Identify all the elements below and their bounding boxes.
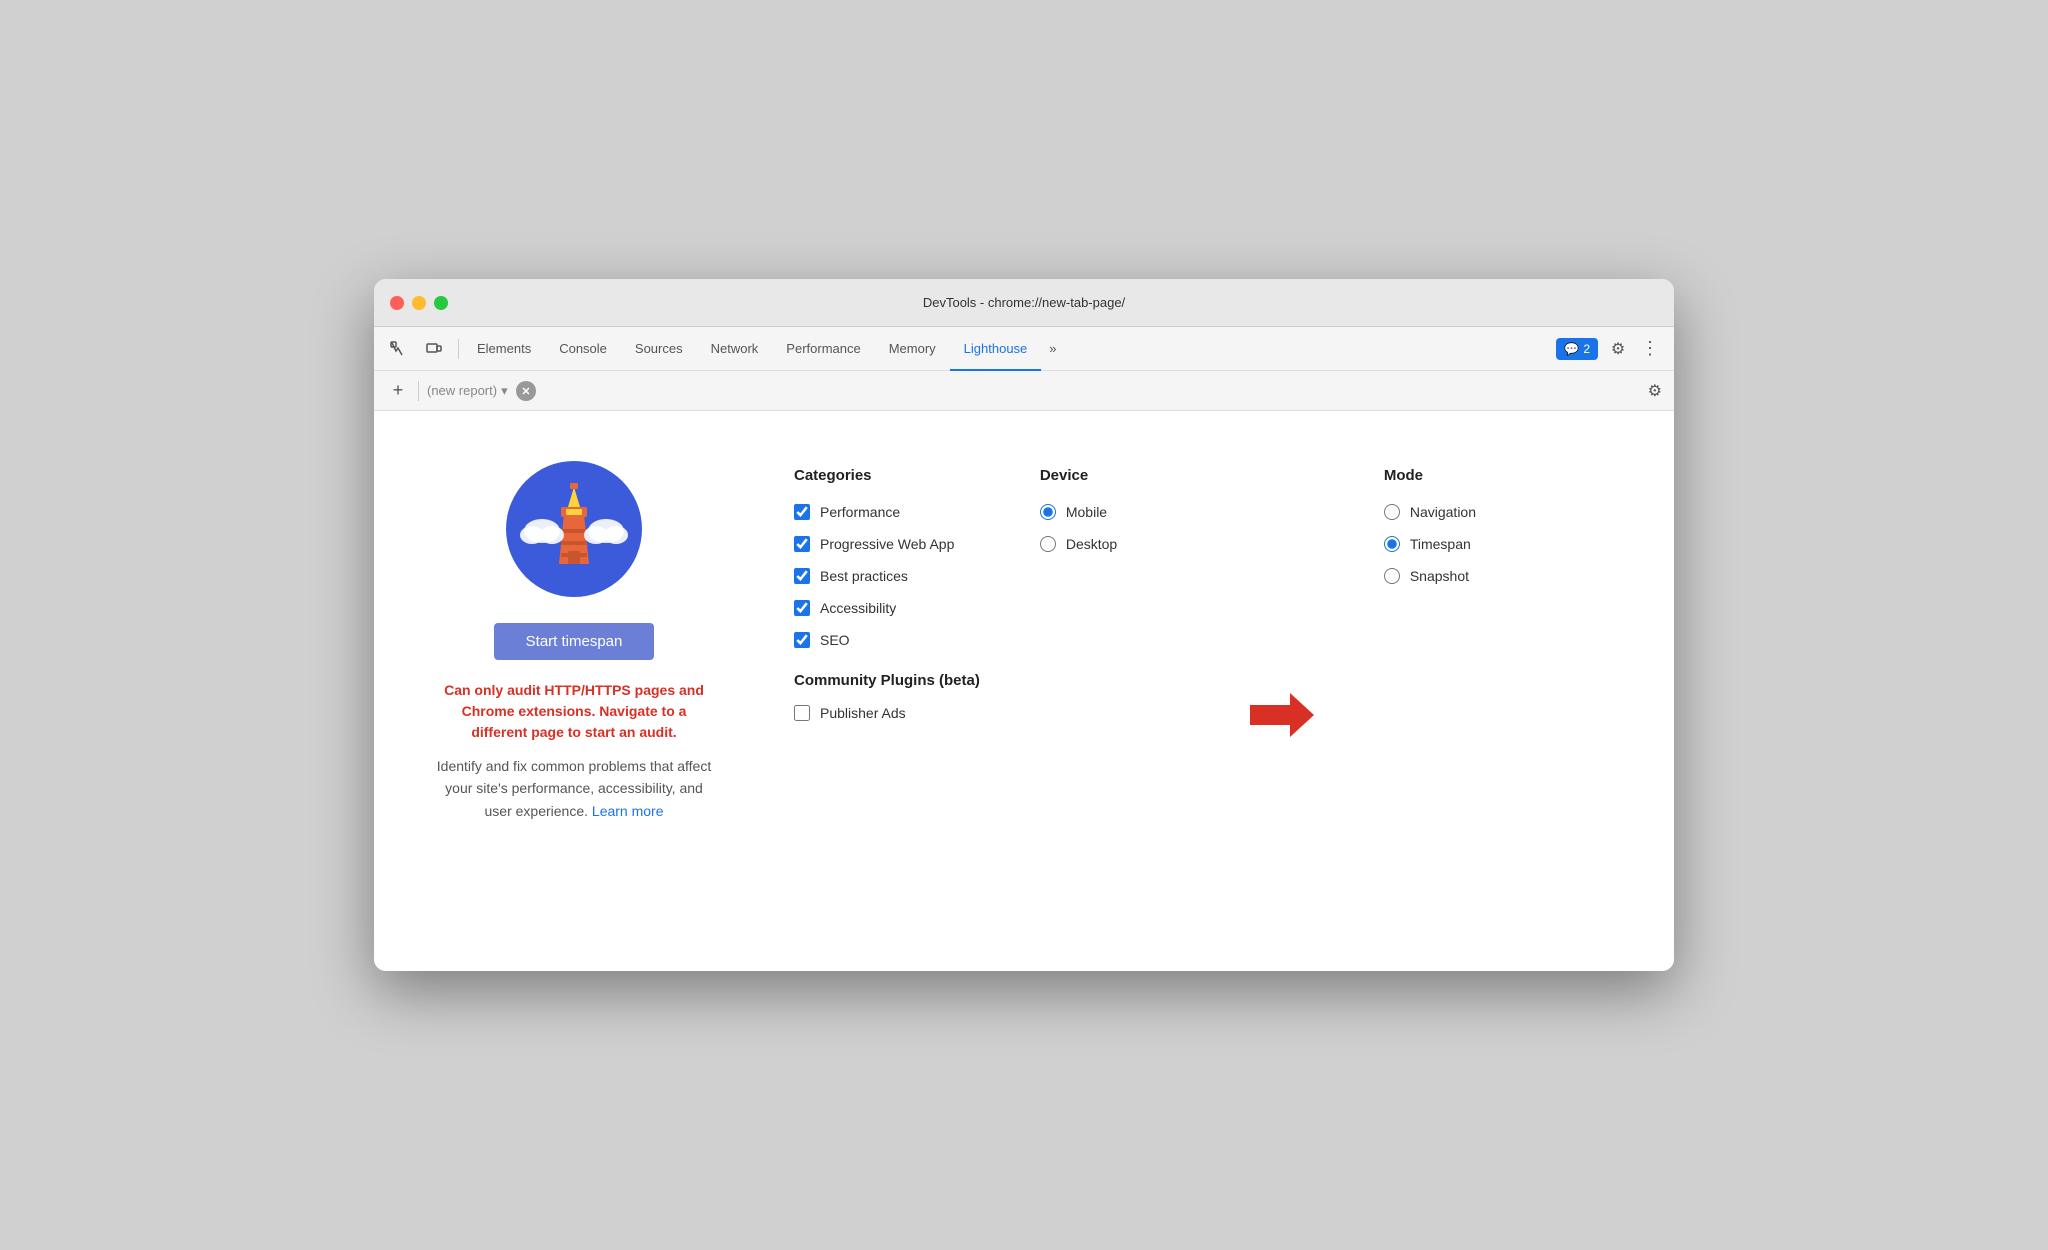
mode-snapshot[interactable]: Snapshot [1384,568,1524,584]
add-report-button[interactable]: + [386,380,410,401]
chat-icon: 💬 [1564,342,1579,356]
lighthouse-logo [504,459,644,599]
report-bar: + (new report) ▾ ⚙ [374,371,1674,411]
tab-sources[interactable]: Sources [621,327,697,371]
device-desktop[interactable]: Desktop [1040,536,1180,552]
category-pwa[interactable]: Progressive Web App [794,536,980,552]
desktop-radio[interactable] [1040,536,1056,552]
tab-divider [458,339,459,359]
device-toggle-icon[interactable] [418,333,450,365]
mobile-radio[interactable] [1040,504,1056,520]
notifications-button[interactable]: 💬 2 [1556,338,1598,360]
report-select[interactable]: (new report) ▾ [427,383,508,399]
mode-title: Mode [1384,467,1524,484]
navigation-radio[interactable] [1384,504,1400,520]
category-accessibility[interactable]: Accessibility [794,600,980,616]
tab-performance[interactable]: Performance [772,327,874,371]
learn-more-link[interactable]: Learn more [592,803,664,819]
best-practices-checkbox[interactable] [794,568,810,584]
cancel-report-button[interactable] [516,381,536,401]
accessibility-checkbox[interactable] [794,600,810,616]
tab-lighthouse[interactable]: Lighthouse [950,327,1042,371]
devtools-more-button[interactable]: ⋮ [1634,333,1666,365]
categories-title: Categories [794,467,980,484]
window-title: DevTools - chrome://new-tab-page/ [923,295,1125,310]
tab-elements[interactable]: Elements [463,327,545,371]
traffic-lights [390,296,448,310]
timespan-radio[interactable] [1384,536,1400,552]
categories-section: Categories Performance Progressive Web A… [794,467,980,923]
devtools-window: DevTools - chrome://new-tab-page/ Elemen… [374,279,1674,971]
tab-memory[interactable]: Memory [875,327,950,371]
report-bar-settings-button[interactable]: ⚙ [1648,381,1662,401]
vertical-dots-icon: ⋮ [1641,338,1659,359]
warning-message: Can only audit HTTP/HTTPS pages and Chro… [434,680,714,743]
left-panel: Start timespan Can only audit HTTP/HTTPS… [434,459,714,923]
mode-timespan[interactable]: Timespan [1384,536,1524,552]
inspect-icon[interactable] [382,333,414,365]
category-performance[interactable]: Performance [794,504,980,520]
mode-section: Mode Navigation Timespan Snapshot [1384,467,1524,923]
mode-navigation[interactable]: Navigation [1384,504,1524,520]
category-best-practices[interactable]: Best practices [794,568,980,584]
report-bar-separator [418,381,419,401]
gear-icon: ⚙ [1611,339,1625,359]
device-section: Device Mobile Desktop [1040,467,1180,923]
devtools-settings-button[interactable]: ⚙ [1602,333,1634,365]
category-publisher-ads[interactable]: Publisher Ads [794,705,980,721]
maximize-button[interactable] [434,296,448,310]
publisher-ads-checkbox[interactable] [794,705,810,721]
close-button[interactable] [390,296,404,310]
tab-network[interactable]: Network [697,327,773,371]
gear-icon: ⚙ [1648,383,1662,400]
community-plugins-title: Community Plugins (beta) [794,672,980,689]
seo-checkbox[interactable] [794,632,810,648]
dropdown-arrow-icon: ▾ [501,383,508,399]
start-timespan-button[interactable]: Start timespan [494,623,655,660]
devtools-tab-bar: Elements Console Sources Network Perform… [374,327,1674,371]
pwa-checkbox[interactable] [794,536,810,552]
title-bar: DevTools - chrome://new-tab-page/ [374,279,1674,327]
description-text: Identify and fix common problems that af… [434,755,714,822]
right-panel: Categories Performance Progressive Web A… [794,459,1614,923]
minimize-button[interactable] [412,296,426,310]
red-arrow-indicator [1240,507,1324,923]
device-mobile[interactable]: Mobile [1040,504,1180,520]
tab-console[interactable]: Console [545,327,621,371]
main-content: Start timespan Can only audit HTTP/HTTPS… [374,411,1674,971]
performance-checkbox[interactable] [794,504,810,520]
snapshot-radio[interactable] [1384,568,1400,584]
category-seo[interactable]: SEO [794,632,980,648]
device-title: Device [1040,467,1180,484]
more-tabs-button[interactable]: » [1041,327,1064,371]
